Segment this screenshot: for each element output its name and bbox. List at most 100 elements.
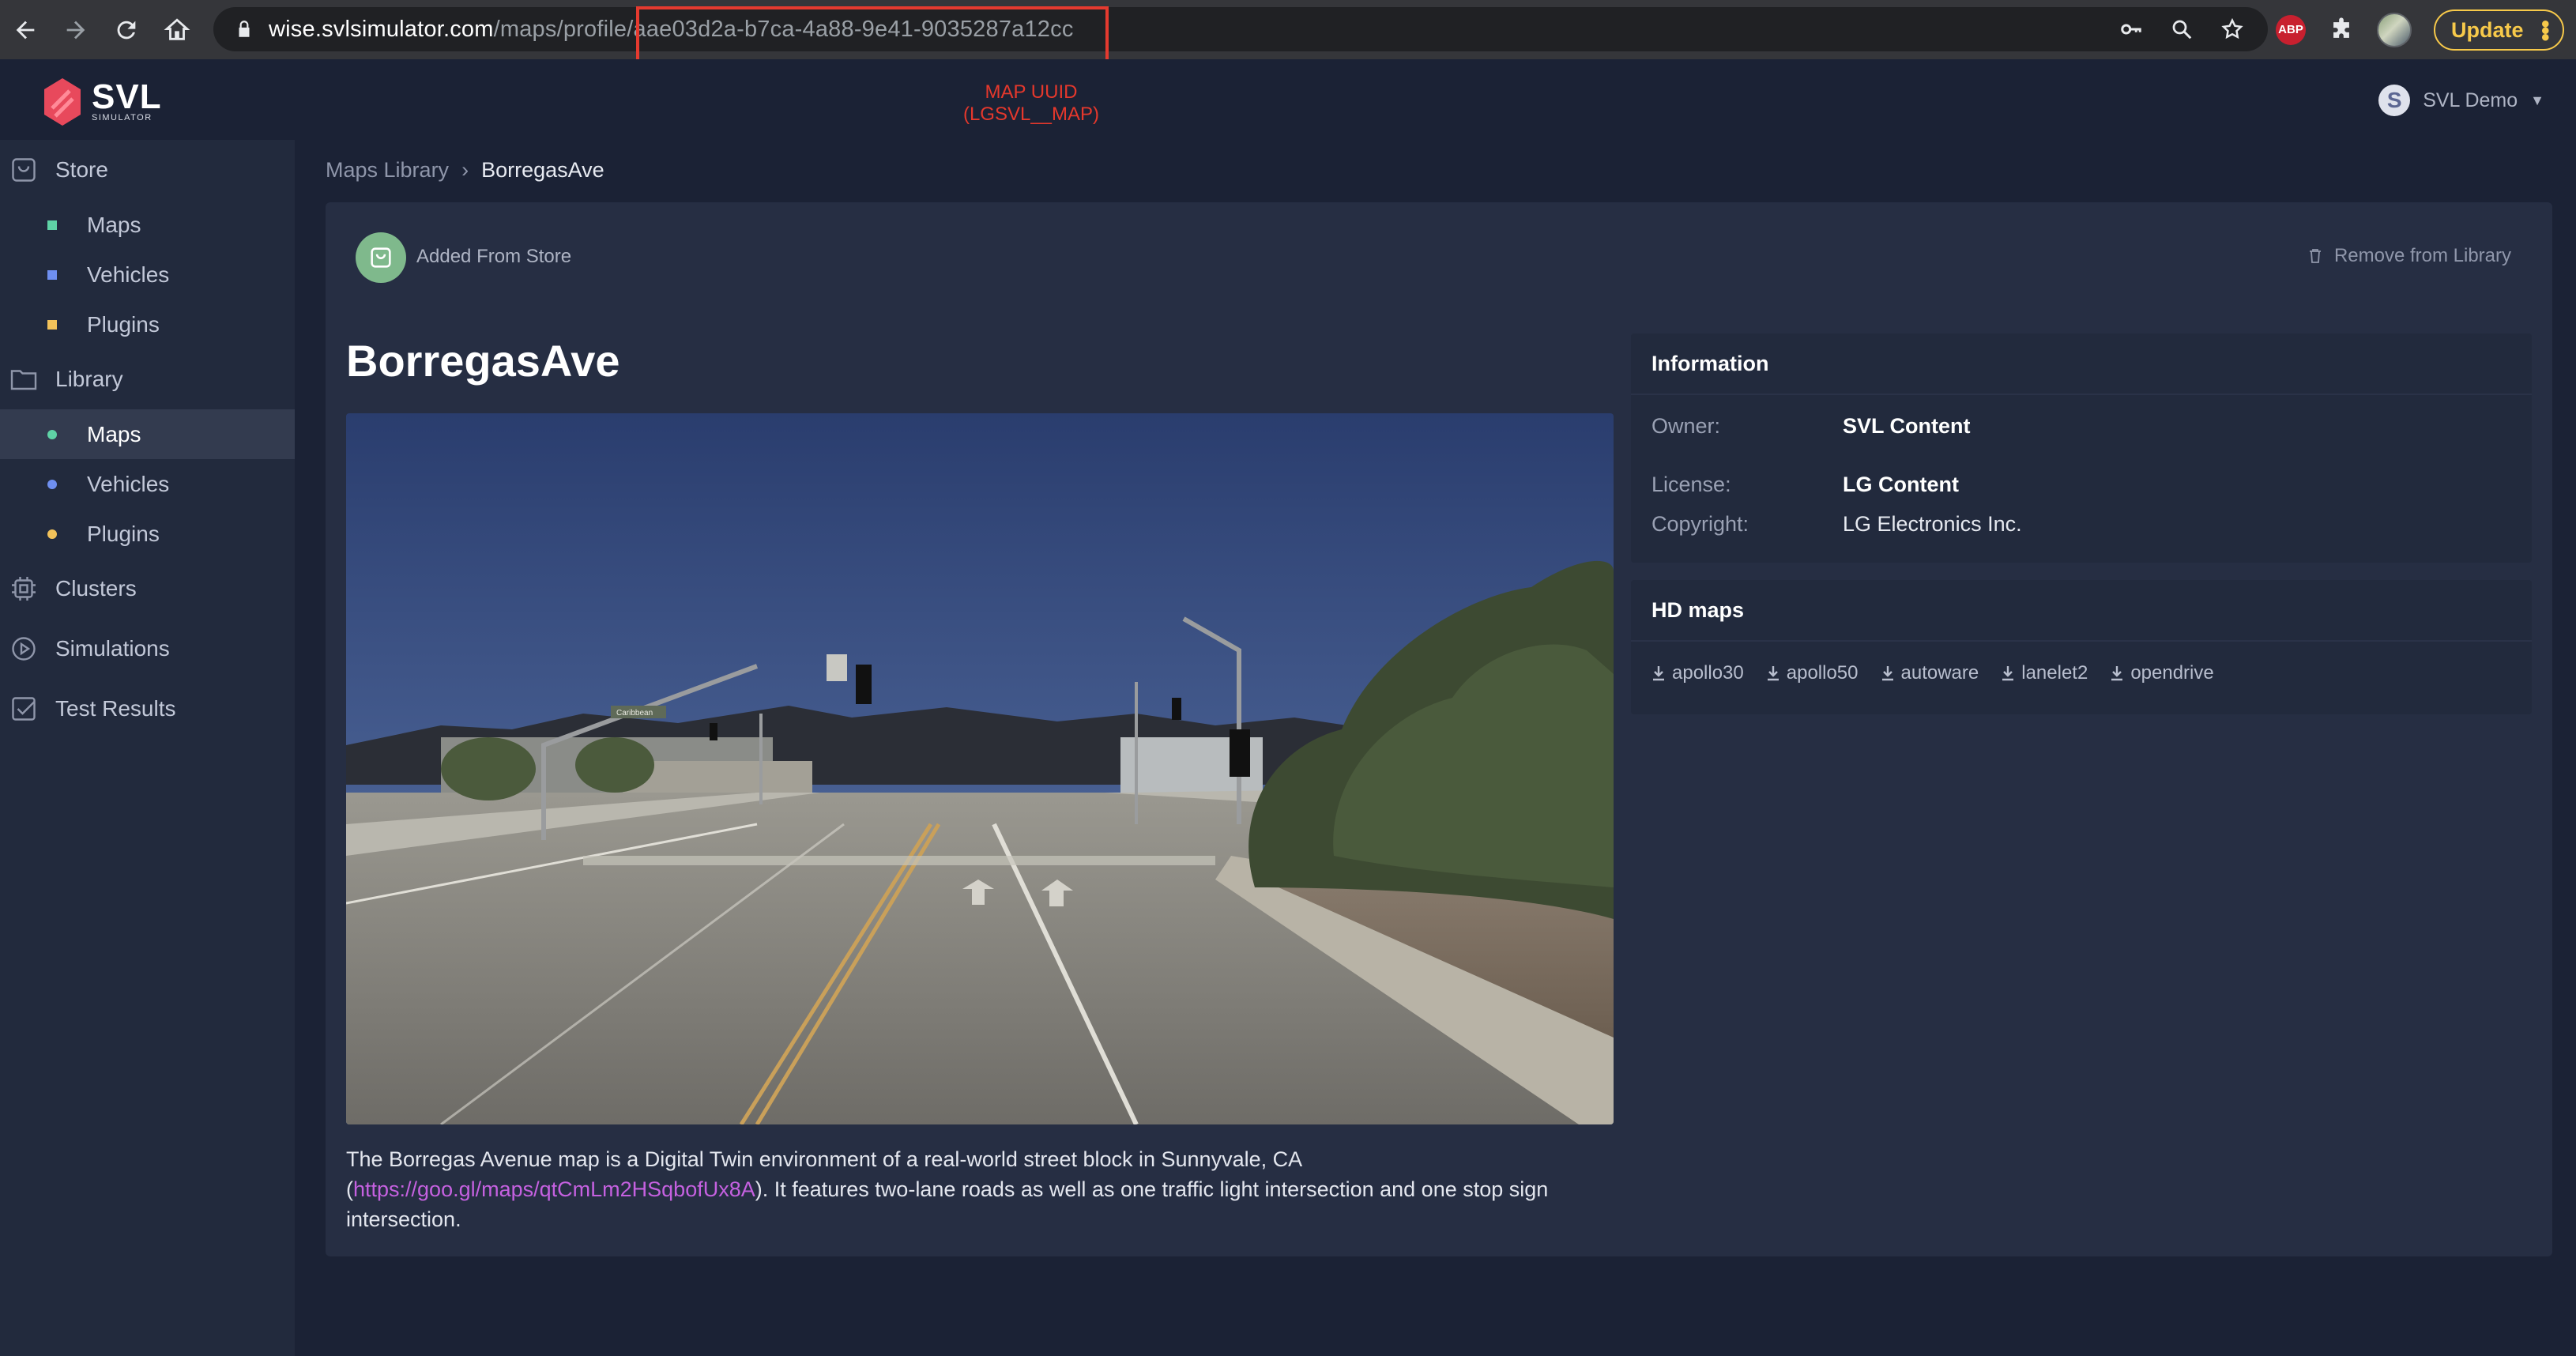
sidebar-section-store[interactable]: Store	[0, 140, 295, 200]
sidebar-item-store-plugins[interactable]: Plugins	[0, 299, 295, 349]
card-top-bar: Added From Store Remove from Library	[326, 202, 2552, 313]
update-label: Update	[2451, 17, 2524, 42]
puzzle-icon[interactable]	[2328, 17, 2355, 43]
sidebar-item-library-plugins[interactable]: Plugins	[0, 509, 295, 559]
google-maps-link[interactable]: https://goo.gl/maps/qtCmLm2HSqbofUx8A	[353, 1177, 755, 1201]
street-scene-image: Caribbean	[346, 413, 1614, 1124]
annotation-line2: (LGSVL__MAP)	[962, 104, 1100, 125]
hd-map-label: apollo50	[1786, 662, 1859, 684]
hd-map-label: opendrive	[2130, 662, 2214, 684]
url-path: /maps/profile/	[493, 16, 634, 42]
sidebar-item-label: Vehicles	[87, 471, 170, 496]
sidebar-item-clusters[interactable]: Clusters	[0, 559, 295, 619]
zoom-icon[interactable]	[2170, 17, 2194, 41]
play-circle-icon	[12, 637, 36, 661]
home-icon	[164, 17, 190, 40]
sidebar-item-label: Plugins	[87, 311, 160, 337]
sidebar-item-library-vehicles[interactable]: Vehicles	[0, 459, 295, 509]
remove-from-library-button[interactable]: Remove from Library	[2306, 245, 2511, 267]
plugins-marker-icon	[47, 319, 57, 330]
more-icon: •••	[2532, 20, 2559, 40]
home-button[interactable]	[152, 0, 202, 59]
adblock-icon[interactable]: ABP	[2276, 14, 2306, 45]
forward-button[interactable]	[51, 0, 101, 59]
hd-map-download-autoware[interactable]: autoware	[1881, 662, 1979, 684]
owner-row: Owner: SVL Content	[1651, 414, 1971, 439]
breadcrumb-parent-link[interactable]: Maps Library	[326, 158, 449, 183]
hd-maps-heading: HD maps	[1631, 580, 2532, 642]
download-icon	[1653, 666, 1664, 681]
hd-map-download-lanelet2[interactable]: lanelet2	[2001, 662, 2088, 684]
sidebar: Store Maps Vehicles Plugins Library Maps…	[0, 140, 295, 1356]
sidebar-item-label: Plugins	[87, 521, 160, 546]
sidebar-item-store-maps[interactable]: Maps	[0, 200, 295, 250]
lock-icon	[239, 21, 250, 37]
license-row: License: LG Content	[1651, 473, 1959, 497]
breadcrumb-current: BorregasAve	[481, 158, 604, 182]
sidebar-store-label: Store	[55, 157, 108, 182]
star-icon[interactable]	[2220, 17, 2244, 41]
added-from-store-label: Added From Store	[416, 246, 572, 267]
logo-subtitle: SIMULATOR	[92, 113, 153, 122]
store-badge	[356, 232, 406, 283]
sidebar-library-label: Library	[55, 367, 123, 391]
sidebar-simulations-label: Simulations	[55, 636, 170, 661]
copyright-value: LG Electronics Inc.	[1843, 512, 2022, 536]
sidebar-item-test-results[interactable]: Test Results	[0, 679, 295, 739]
trash-icon	[2309, 249, 2321, 263]
owner-value: SVL Content	[1843, 414, 1971, 438]
reload-icon	[117, 21, 136, 39]
address-bar[interactable]: wise.svlsimulator.com/maps/profile/aae03…	[213, 7, 2268, 51]
user-name: SVL Demo	[2423, 89, 2518, 111]
map-title: BorregasAve	[346, 336, 620, 386]
update-button[interactable]: Update •••	[2434, 9, 2564, 51]
information-panel: Information Owner: SVL Content License: LG…	[1631, 333, 2532, 563]
key-icon[interactable]	[2119, 17, 2143, 41]
chip-icon	[12, 577, 36, 601]
profile-avatar[interactable]	[2377, 12, 2412, 47]
hd-maps-panel: HD maps apollo30 apollo50 autoware lanel…	[1631, 580, 2532, 714]
sidebar-item-store-vehicles[interactable]: Vehicles	[0, 250, 295, 299]
owner-label: Owner:	[1651, 414, 1721, 438]
app-header: SVL SIMULATOR MAP UUID (LGSVL__MAP) S SV…	[0, 59, 2576, 140]
vehicles-marker-icon	[47, 269, 57, 280]
svl-logo[interactable]: SVL SIMULATOR	[41, 77, 162, 127]
sidebar-item-label: Maps	[87, 212, 141, 237]
hd-map-label: lanelet2	[2021, 662, 2088, 684]
hd-map-label: apollo30	[1672, 662, 1744, 684]
folder-icon	[10, 370, 37, 390]
map-description: The Borregas Avenue map is a Digital Twi…	[346, 1144, 1614, 1234]
uuid-highlight-box	[636, 6, 1109, 65]
uuid-annotation: MAP UUID (LGSVL__MAP)	[917, 81, 1146, 126]
user-avatar: S	[2378, 85, 2411, 116]
street-sign-label: Caribbean	[616, 709, 653, 718]
sidebar-section-library[interactable]: Library	[0, 349, 295, 409]
information-heading: Information	[1631, 333, 2532, 395]
caret-down-icon: ▼	[2530, 92, 2544, 108]
sidebar-item-simulations[interactable]: Simulations	[0, 619, 295, 679]
checkbox-icon	[12, 697, 36, 721]
hd-map-download-apollo30[interactable]: apollo30	[1651, 662, 1744, 684]
omnibox-actions	[2119, 7, 2244, 51]
hd-map-download-opendrive[interactable]: opendrive	[2110, 662, 2214, 684]
map-detail-card: Added From Store Remove from Library Bor…	[326, 202, 2552, 1256]
copyright-label: Copyright:	[1651, 512, 1749, 536]
maps-marker-icon	[47, 220, 57, 230]
map-preview-image: Caribbean	[346, 413, 1614, 1124]
download-icon	[1767, 666, 1779, 681]
reload-button[interactable]	[101, 0, 152, 59]
bag-icon	[371, 247, 391, 268]
back-button[interactable]	[0, 0, 51, 59]
sidebar-item-label: Maps	[87, 421, 141, 446]
sidebar-item-library-maps[interactable]: Maps	[0, 409, 295, 459]
remove-label: Remove from Library	[2333, 245, 2511, 266]
copyright-row: Copyright: LG Electronics Inc.	[1651, 512, 2022, 537]
hd-map-download-apollo50[interactable]: apollo50	[1766, 662, 1859, 684]
user-menu[interactable]: S SVL Demo ▼	[2378, 85, 2544, 116]
bag-icon	[12, 158, 36, 182]
logo-title: SVL	[92, 77, 162, 116]
license-label: License:	[1651, 473, 1731, 496]
svl-logo-icon	[44, 78, 81, 126]
download-icon	[2002, 666, 2014, 681]
plugins-dot-icon	[47, 529, 57, 539]
